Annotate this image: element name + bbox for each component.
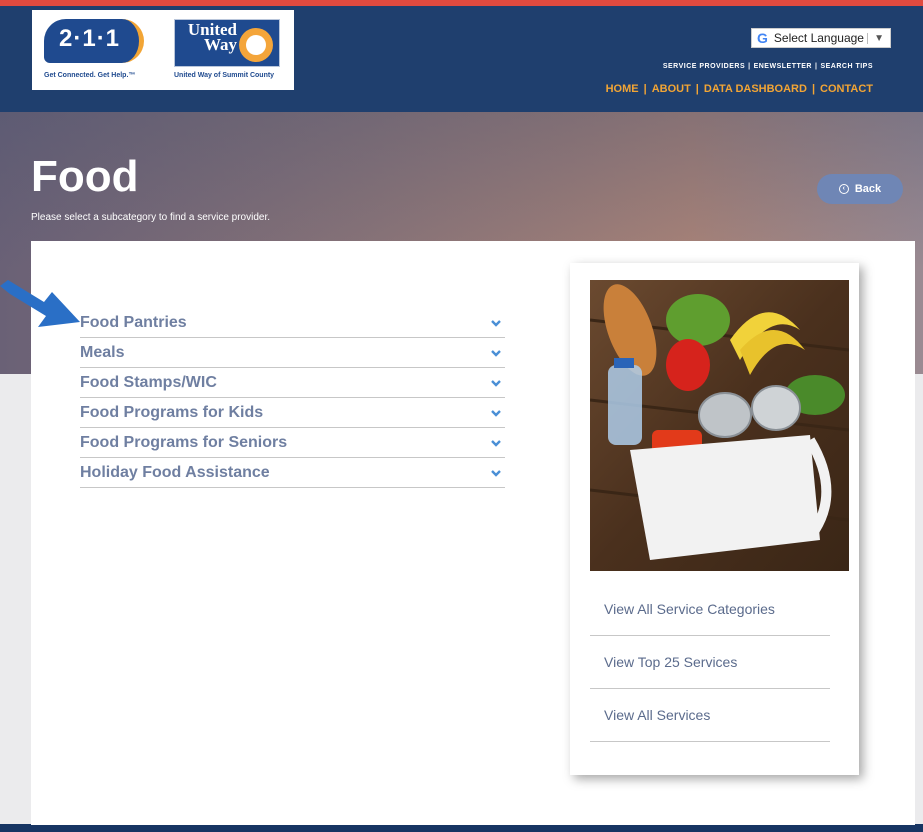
nav-home[interactable]: HOME: [606, 83, 639, 95]
logo-united-way[interactable]: United Way: [174, 19, 280, 67]
nav-about[interactable]: ABOUT: [652, 83, 691, 95]
nav-separator: |: [695, 83, 699, 95]
subcategory-item[interactable]: Food Pantries: [80, 308, 505, 338]
language-select[interactable]: G Select Language ▼: [751, 28, 891, 48]
footer-bar: [0, 824, 923, 832]
chevron-down-icon[interactable]: [491, 378, 501, 388]
grocery-bag-photo: [590, 280, 849, 571]
nav-data-dashboard[interactable]: DATA DASHBOARD: [704, 83, 807, 95]
nav-separator: |: [643, 83, 647, 95]
nav-service-providers[interactable]: SERVICE PROVIDERS: [663, 63, 745, 70]
side-links: View All Service Categories View Top 25 …: [590, 583, 830, 742]
nav-separator: |: [814, 63, 818, 70]
logo-211-tagline: Get Connected. Get Help.™: [44, 72, 136, 79]
pointer-arrow-icon: [0, 280, 80, 327]
back-button[interactable]: ‹ Back: [817, 174, 903, 204]
subcategory-item[interactable]: Holiday Food Assistance: [80, 458, 505, 488]
nav-enewsletter[interactable]: ENEWSLETTER: [754, 63, 812, 70]
united-way-hand-icon: [239, 28, 273, 62]
page-subtitle: Please select a subcategory to find a se…: [31, 212, 271, 223]
link-view-all-services[interactable]: View All Services: [590, 689, 830, 742]
secondary-nav: SERVICE PROVIDERS | ENEWSLETTER | SEARCH TIP…: [663, 63, 873, 70]
subcategory-item[interactable]: Food Programs for Kids: [80, 398, 505, 428]
subcategory-list: Food Pantries Meals Food Stamps/WIC Food…: [80, 308, 505, 488]
page-title: Food: [31, 152, 139, 201]
subcategory-item[interactable]: Food Programs for Seniors: [80, 428, 505, 458]
subcategory-item[interactable]: Food Stamps/WIC: [80, 368, 505, 398]
logo-211-number: 2·1·1: [59, 25, 121, 52]
chevron-down-icon[interactable]: [491, 408, 501, 418]
site-header: 2·1·1 Get Connected. Get Help.™ United W…: [0, 6, 923, 112]
subcategory-label: Holiday Food Assistance: [80, 463, 270, 481]
subcategory-label: Food Stamps/WIC: [80, 373, 217, 391]
nav-separator: |: [811, 83, 816, 95]
chevron-down-icon[interactable]: [491, 318, 501, 328]
subcategory-label: Meals: [80, 343, 125, 361]
back-button-label: Back: [854, 183, 882, 195]
dropdown-arrow-icon[interactable]: ▼: [867, 32, 890, 44]
chevron-down-icon[interactable]: [491, 468, 501, 478]
subcategory-label: Food Programs for Seniors: [80, 433, 288, 451]
language-select-label: Select Language: [773, 31, 864, 45]
subcategory-label: Food Pantries: [80, 313, 187, 331]
google-g-icon: G: [757, 30, 768, 46]
subcategory-label: Food Programs for Kids: [80, 403, 264, 421]
logo-united-way-tagline: United Way of Summit County: [174, 72, 275, 79]
logo-211[interactable]: 2·1·1: [44, 19, 148, 69]
logo-united-way-name: United Way: [187, 20, 237, 54]
primary-nav: HOME | ABOUT | DATA DASHBOARD | CONTACT: [606, 83, 873, 95]
nav-search-tips[interactable]: SEARCH TIPS: [820, 63, 873, 70]
chevron-down-icon[interactable]: [491, 348, 501, 358]
chevron-down-icon[interactable]: [491, 438, 501, 448]
nav-contact[interactable]: CONTACT: [820, 83, 873, 95]
link-view-all-service-categories[interactable]: View All Service Categories: [590, 583, 830, 636]
circle-arrow-left-icon: ‹: [838, 184, 849, 194]
side-panel: View All Service Categories View Top 25 …: [570, 263, 859, 775]
nav-separator: |: [748, 63, 751, 70]
subcategory-item[interactable]: Meals: [80, 338, 505, 368]
logo-area[interactable]: 2·1·1 Get Connected. Get Help.™ United W…: [32, 10, 294, 90]
link-view-top-25-services[interactable]: View Top 25 Services: [590, 636, 830, 689]
